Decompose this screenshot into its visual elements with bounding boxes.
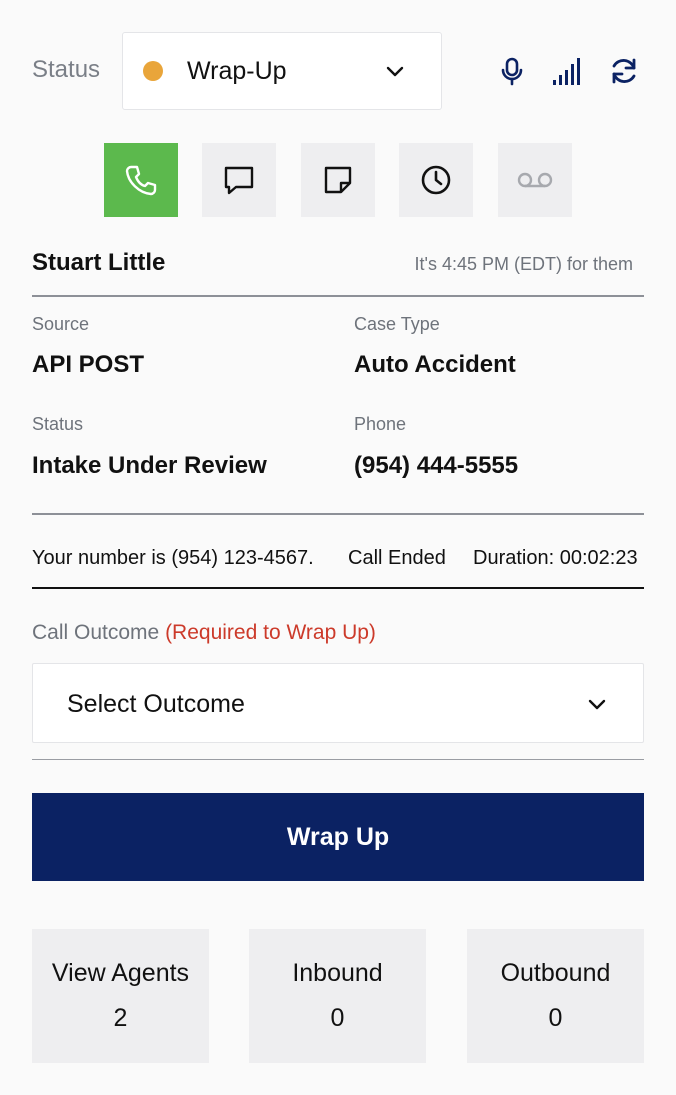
phone-icon [125, 165, 157, 196]
stat-count: 2 [113, 1004, 128, 1032]
divider [32, 587, 644, 589]
phone-value: (954) 444-5555 [354, 452, 519, 479]
chevron-down-icon [588, 699, 606, 710]
stat-count: 0 [548, 1004, 563, 1032]
call-outcome-label-text: Call Outcome [32, 621, 160, 644]
tab-history[interactable] [399, 143, 473, 217]
outbound-card[interactable]: Outbound 0 [467, 929, 644, 1063]
chevron-down-icon [386, 66, 404, 77]
status-label: Status [32, 56, 101, 83]
divider [32, 295, 644, 297]
signal-strength-icon [553, 58, 580, 85]
call-outcome-label: Call Outcome (Required to Wrap Up) [32, 621, 376, 645]
lead-status-value: Intake Under Review [32, 452, 267, 479]
refresh-icon[interactable] [609, 56, 639, 86]
source-value: API POST [32, 351, 145, 378]
divider [32, 513, 644, 515]
view-agents-card[interactable]: View Agents 2 [32, 929, 209, 1063]
phone-label: Phone [354, 414, 407, 434]
microphone-icon[interactable] [497, 56, 527, 86]
required-note: (Required to Wrap Up) [165, 621, 376, 644]
outcome-placeholder: Select Outcome [67, 690, 245, 718]
call-state-text: Call Ended [348, 547, 446, 569]
source-label: Source [32, 314, 90, 334]
lead-status-label: Status [32, 414, 84, 434]
case-type-label: Case Type [354, 314, 440, 334]
wrap-up-button[interactable]: Wrap Up [32, 793, 644, 881]
call-duration-text: Duration: 00:02:23 [473, 547, 638, 569]
call-outcome-dropdown[interactable]: Select Outcome [32, 663, 644, 743]
sticky-note-icon [324, 166, 352, 194]
case-type-value: Auto Accident [354, 351, 516, 378]
status-dropdown[interactable]: Wrap-Up [122, 32, 442, 110]
status-value: Wrap-Up [187, 56, 287, 85]
inbound-card[interactable]: Inbound 0 [249, 929, 426, 1063]
voicemail-icon [517, 172, 553, 188]
stat-label: Inbound [292, 959, 383, 987]
divider [32, 759, 644, 760]
stat-count: 0 [330, 1004, 345, 1032]
tab-phone[interactable] [104, 143, 178, 217]
stat-label: View Agents [51, 959, 190, 987]
tab-chat[interactable] [202, 143, 276, 217]
tab-voicemail [498, 143, 572, 217]
your-number-text: Your number is (954) 123-4567. [32, 547, 314, 569]
softphone-panel: Status Wrap-Up Stuart Little It's 4:45 P… [0, 0, 676, 1095]
stat-label: Outbound [500, 959, 611, 987]
tab-notes[interactable] [301, 143, 375, 217]
contact-local-time: It's 4:45 PM (EDT) for them [414, 254, 634, 274]
contact-name: Stuart Little [32, 249, 166, 276]
status-dot [143, 61, 163, 81]
clock-icon [421, 165, 451, 195]
chat-bubble-icon [224, 166, 254, 195]
